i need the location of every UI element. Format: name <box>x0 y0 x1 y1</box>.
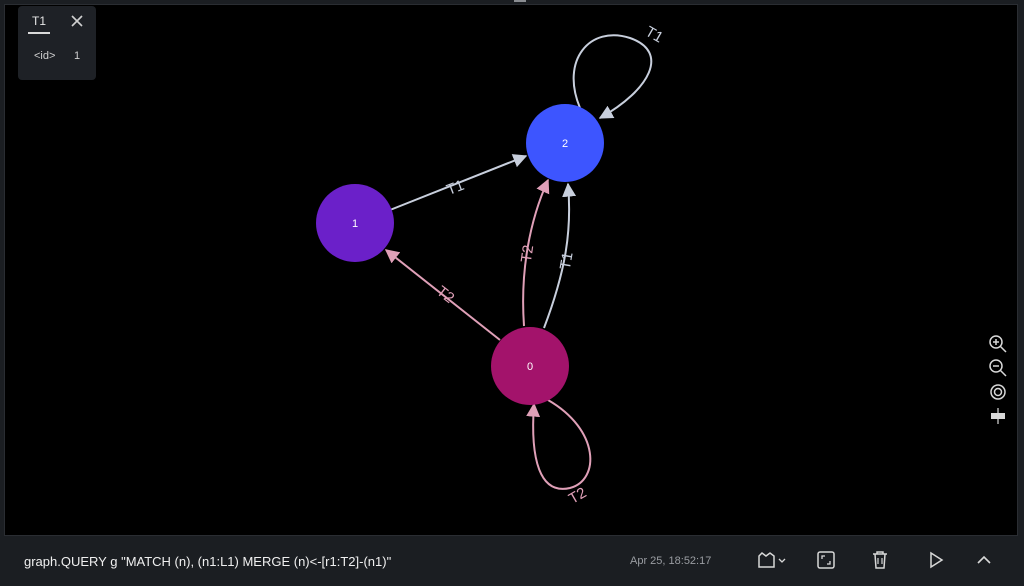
edge-t1-node-1-to-node-2[interactable]: T1 <box>389 154 528 211</box>
panel-tab-t1[interactable]: T1 <box>32 14 46 28</box>
collapse-icon[interactable] <box>972 548 996 572</box>
zoom-controls <box>986 334 1010 426</box>
panel-tab-underline <box>28 32 50 34</box>
edge-t1-node-0-to-node-2[interactable]: T1 <box>543 182 577 329</box>
zoom-in-icon[interactable] <box>988 334 1008 354</box>
fullscreen-icon[interactable] <box>814 548 838 572</box>
edge-label: T1 <box>642 23 666 46</box>
fit-icon[interactable] <box>988 406 1008 426</box>
property-key: <id> <box>34 50 56 62</box>
edge-t2-node-0-to-node-2[interactable]: T2 <box>518 178 550 327</box>
layout-icon[interactable] <box>756 548 788 572</box>
query-bar: graph.QUERY g "MATCH (n), (n1:L1) MERGE … <box>0 536 1024 586</box>
edge-t1-self-loop-node-2[interactable]: T1 <box>572 23 666 119</box>
inspect-panel: T1 <id> 1 <box>18 6 96 80</box>
node-label: 1 <box>352 218 358 230</box>
node-1[interactable]: 1 <box>316 184 394 262</box>
graph-view: T1 T1 T1 T2 T2 T2 2 1 0 <box>316 23 666 508</box>
edge-t2-self-loop-node-0[interactable]: T2 <box>526 399 592 508</box>
close-icon[interactable] <box>68 12 86 30</box>
center-icon[interactable] <box>988 382 1008 402</box>
run-icon[interactable] <box>924 548 948 572</box>
edge-label: T1 <box>557 251 577 271</box>
query-text: graph.QUERY g "MATCH (n), (n1:L1) MERGE … <box>24 554 392 569</box>
zoom-out-icon[interactable] <box>988 358 1008 378</box>
query-timestamp: Apr 25, 18:52:17 <box>630 555 712 567</box>
node-2[interactable]: 2 <box>526 104 604 182</box>
node-label: 2 <box>562 138 568 150</box>
node-0[interactable]: 0 <box>491 327 569 405</box>
edge-label: T2 <box>518 244 537 264</box>
property-value: 1 <box>74 50 81 62</box>
delete-icon[interactable] <box>868 548 892 572</box>
edge-t2-node-0-to-node-1[interactable]: T2 <box>384 249 501 341</box>
node-label: 0 <box>527 361 533 373</box>
